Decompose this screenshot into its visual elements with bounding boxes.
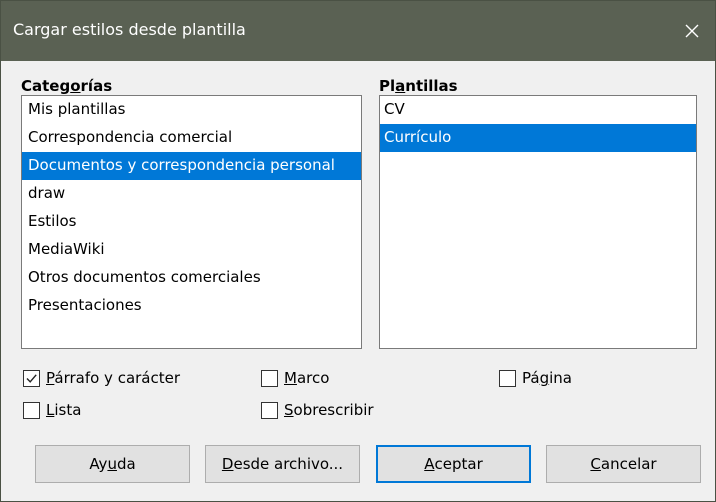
accept-button[interactable]: Aceptar bbox=[376, 445, 531, 483]
dialog-title: Cargar estilos desde plantilla bbox=[13, 20, 246, 39]
frame-checkbox[interactable]: Marco bbox=[261, 367, 329, 389]
category-item[interactable]: draw bbox=[22, 180, 361, 208]
template-item[interactable]: CV bbox=[380, 96, 696, 124]
close-button[interactable] bbox=[669, 1, 715, 61]
checkbox-box[interactable] bbox=[499, 369, 516, 387]
cancel-button[interactable]: Cancelar bbox=[546, 445, 701, 483]
checkbox-label: Párrafo y carácter bbox=[46, 369, 181, 387]
title-bar: Cargar estilos desde plantilla bbox=[1, 1, 715, 61]
category-item[interactable]: Correspondencia comercial bbox=[22, 124, 361, 152]
categories-list[interactable]: Mis plantillas Correspondencia comercial… bbox=[21, 95, 362, 349]
checkbox-box[interactable] bbox=[261, 369, 278, 387]
checkbox-label: Lista bbox=[46, 401, 82, 419]
paragraph-character-checkbox[interactable]: Párrafo y carácter bbox=[23, 367, 180, 389]
category-item-selected[interactable]: Documentos y correspondencia personal bbox=[22, 152, 361, 180]
template-item-selected[interactable]: Currículo bbox=[380, 124, 696, 152]
category-item[interactable]: MediaWiki bbox=[22, 236, 361, 264]
overwrite-checkbox[interactable]: Sobrescribir bbox=[261, 399, 374, 421]
checkmark-icon bbox=[26, 373, 37, 383]
checkbox-label: Sobrescribir bbox=[284, 401, 374, 419]
page-checkbox[interactable]: Página bbox=[499, 367, 572, 389]
category-item[interactable]: Presentaciones bbox=[22, 292, 361, 320]
checkbox-label: Marco bbox=[284, 369, 330, 387]
templates-label: Plantillas bbox=[379, 77, 458, 95]
help-button[interactable]: Ay u da bbox=[35, 445, 190, 483]
templates-list[interactable]: CV Currículo bbox=[379, 95, 697, 349]
list-checkbox[interactable]: Lista bbox=[23, 399, 81, 421]
close-icon bbox=[685, 24, 699, 38]
categories-label: Categorías bbox=[21, 77, 113, 95]
category-item[interactable]: Estilos bbox=[22, 208, 361, 236]
checkbox-label: Página bbox=[522, 369, 572, 387]
checkbox-box[interactable] bbox=[261, 401, 278, 419]
category-item[interactable]: Otros documentos comerciales bbox=[22, 264, 361, 292]
checkbox-box[interactable] bbox=[23, 369, 40, 387]
load-styles-dialog: Cargar estilos desde plantilla Categoría… bbox=[0, 0, 716, 502]
from-file-button[interactable]: Desde archivo... bbox=[205, 445, 360, 483]
checkbox-box[interactable] bbox=[23, 401, 40, 419]
category-item[interactable]: Mis plantillas bbox=[22, 96, 361, 124]
